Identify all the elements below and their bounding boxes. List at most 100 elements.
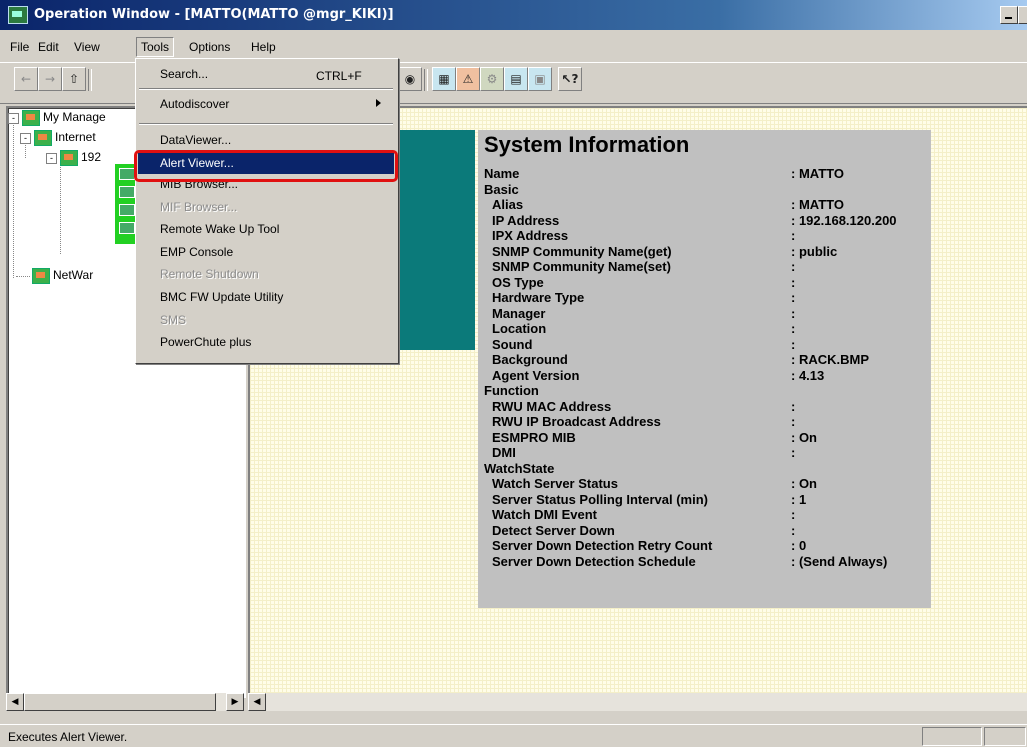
sysinfo-label: Name <box>484 166 520 181</box>
menu-view[interactable]: View <box>70 39 104 55</box>
sysinfo-value: : 192.168.120.200 <box>791 213 897 228</box>
sysinfo-label: Server Down Detection Retry Count <box>492 538 713 553</box>
toolbar-separator <box>88 69 92 91</box>
back-arrow-icon[interactable]: ← <box>14 67 38 91</box>
tree-node-ip[interactable]: - 192 <box>46 150 101 166</box>
network-icon <box>22 110 40 126</box>
server-icon[interactable] <box>119 204 135 216</box>
sysinfo-value: : <box>791 228 796 243</box>
network-icon <box>34 130 52 146</box>
status-text: Executes Alert Viewer. <box>8 730 128 744</box>
tree-node-label: My Manage <box>43 110 106 125</box>
server-icon[interactable] <box>119 186 135 198</box>
map-horizontal-scrollbar[interactable]: ◀ <box>248 693 1027 711</box>
binoculars-icon[interactable]: ◉ <box>398 67 422 91</box>
tree-node-label: Internet <box>55 130 96 145</box>
sysinfo-label: Manager <box>492 306 546 321</box>
app-icon <box>8 6 28 24</box>
sysinfo-value: : On <box>791 430 817 445</box>
help-pointer-icon[interactable]: ↖? <box>558 67 582 91</box>
status-cell <box>984 727 1026 746</box>
tree-node-label: 192 <box>81 150 102 165</box>
menu-help[interactable]: Help <box>247 39 280 55</box>
menu-item-remote-wake-up[interactable]: Remote Wake Up Tool <box>160 222 279 236</box>
sysinfo-value: : <box>791 306 796 321</box>
dataviewer-icon[interactable]: ⚙ <box>480 67 504 91</box>
status-bar: Executes Alert Viewer. <box>0 724 1027 747</box>
alert-icon[interactable]: ⚠ <box>456 67 480 91</box>
sysinfo-label: Detect Server Down <box>492 523 615 538</box>
menu-separator <box>139 123 393 125</box>
sysinfo-label: Server Down Detection Schedule <box>492 554 696 569</box>
sysinfo-value: : 4.13 <box>791 368 825 383</box>
forward-arrow-icon[interactable]: → <box>38 67 62 91</box>
tree-connector <box>60 158 61 254</box>
mib-icon[interactable]: ▤ <box>504 67 528 91</box>
sysinfo-value: : <box>791 290 796 305</box>
sysinfo-label: DMI <box>492 445 516 460</box>
sysinfo-value: : <box>791 414 796 429</box>
sysinfo-value: : <box>791 321 796 336</box>
tree-node-label: NetWar <box>53 268 94 283</box>
scroll-left-icon[interactable]: ◀ <box>248 693 266 711</box>
tree-node-netware[interactable]: NetWar <box>32 268 93 284</box>
system-information-panel: System Information Name: MATTO Basic Alias… <box>478 130 931 608</box>
sysinfo-label: RWU MAC Address <box>492 399 612 414</box>
tree-horizontal-scrollbar[interactable]: ◀ ▶ <box>6 693 244 711</box>
toolbar-separator <box>424 69 428 91</box>
minimize-button[interactable] <box>1000 6 1018 24</box>
menu-item-remote-shutdown[interactable]: Remote Shutdown <box>160 267 259 281</box>
menu-tools[interactable]: Tools <box>136 37 175 57</box>
scroll-thumb[interactable] <box>24 693 216 711</box>
sysinfo-label: Function <box>484 383 539 398</box>
menu-edit[interactable]: Edit <box>34 39 63 55</box>
tree-node-root[interactable]: - My Manage <box>8 110 106 126</box>
map-icon[interactable]: ▦ <box>432 67 456 91</box>
menu-item-mif-browser[interactable]: MIF Browser... <box>160 200 237 214</box>
menu-item-sms[interactable]: SMS <box>160 313 186 327</box>
menu-item-autodiscover[interactable]: Autodiscover <box>160 97 229 111</box>
sysinfo-value: : <box>791 399 796 414</box>
sysinfo-title: System Information <box>484 132 690 157</box>
sysinfo-label: Watch DMI Event <box>492 507 597 522</box>
sysinfo-value: : <box>791 445 796 460</box>
sysinfo-label: Sound <box>492 337 533 352</box>
scroll-left-icon[interactable]: ◀ <box>6 693 24 711</box>
sysinfo-value: : MATTO <box>791 166 844 181</box>
tree-node-internet[interactable]: - Internet <box>20 130 96 146</box>
menu-file[interactable]: File <box>6 39 33 55</box>
maximize-button[interactable] <box>1018 6 1027 24</box>
menu-item-powerchute[interactable]: PowerChute plus <box>160 335 251 349</box>
sysinfo-value: : On <box>791 476 817 491</box>
sysinfo-value: : (Send Always) <box>791 554 888 569</box>
tree-connector <box>16 276 30 277</box>
network-icon <box>60 150 78 166</box>
network-icon <box>32 268 50 284</box>
help-question-glyph: ? <box>571 72 579 86</box>
up-folder-icon[interactable]: ⇧ <box>62 67 86 91</box>
title-bar[interactable]: Operation Window - [MATTO(MATTO @mgr_KIK… <box>0 0 1027 30</box>
menu-options[interactable]: Options <box>185 39 234 55</box>
menu-item-bmc-fw-update[interactable]: BMC FW Update Utility <box>160 290 283 304</box>
scroll-right-icon[interactable]: ▶ <box>226 693 244 711</box>
server-icon[interactable] <box>119 222 135 234</box>
menu-separator <box>139 88 393 90</box>
sysinfo-label: Basic <box>484 182 519 197</box>
collapse-icon[interactable]: - <box>20 132 31 144</box>
console-icon[interactable]: ▣ <box>528 67 552 91</box>
menu-item-dataviewer[interactable]: DataViewer... <box>160 133 231 147</box>
server-icon[interactable] <box>119 168 135 180</box>
collapse-icon[interactable]: - <box>46 152 57 164</box>
tools-menu: Search... CTRL+F Autodiscover DataViewer… <box>135 58 399 364</box>
sysinfo-value: : RACK.BMP <box>791 352 869 367</box>
sysinfo-label: ESMPRO MIB <box>492 430 576 445</box>
collapse-icon[interactable]: - <box>8 112 19 124</box>
menu-item-emp-console[interactable]: EMP Console <box>160 245 233 259</box>
sysinfo-label: SNMP Community Name(get) <box>492 244 672 259</box>
sysinfo-label: SNMP Community Name(set) <box>492 259 671 274</box>
sysinfo-label: WatchState <box>484 461 555 476</box>
status-cell <box>922 727 982 746</box>
sysinfo-label: RWU IP Broadcast Address <box>492 414 661 429</box>
tree-connector <box>13 120 14 278</box>
menu-item-search[interactable]: Search... <box>160 67 208 81</box>
